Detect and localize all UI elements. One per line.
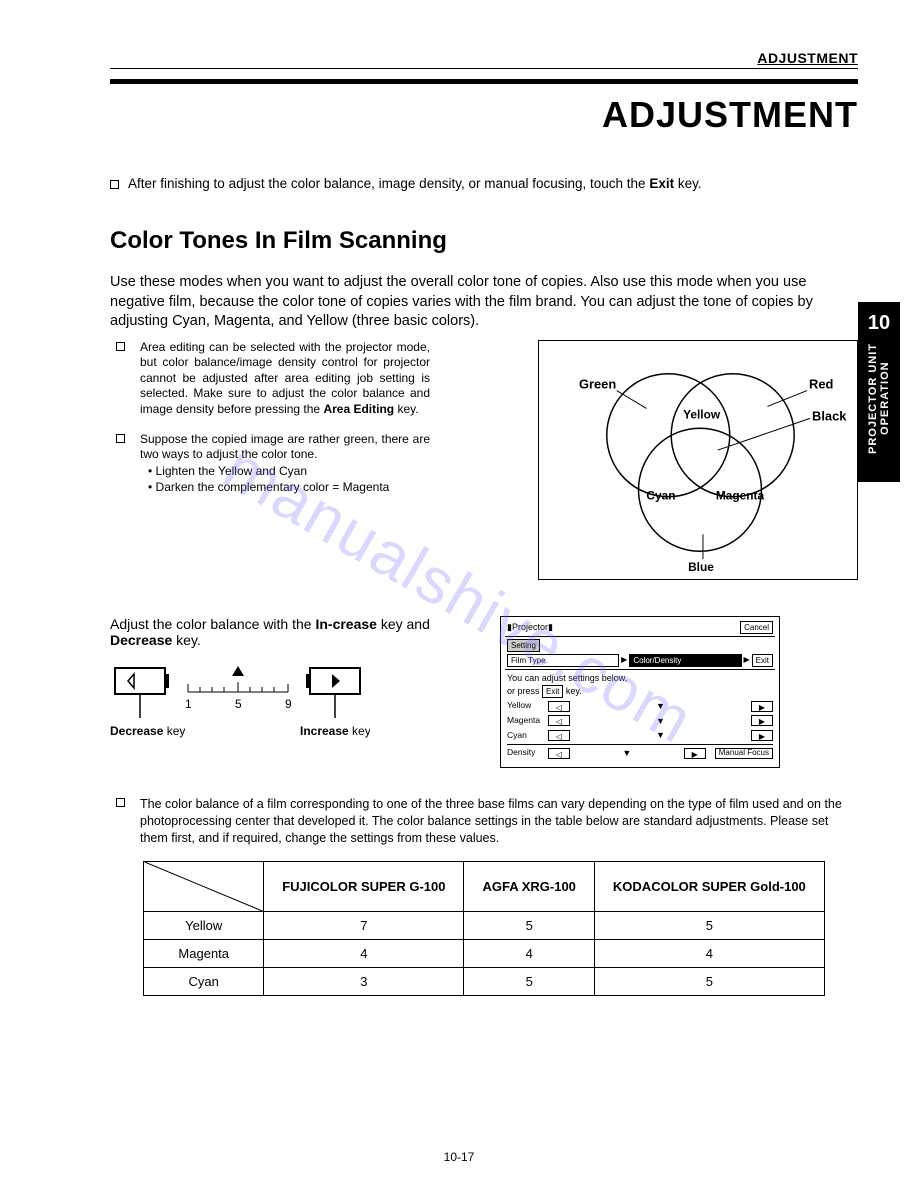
colordensity-button[interactable]: Color/Density [629, 654, 741, 667]
section-heading: Color Tones In Film Scanning [110, 227, 858, 255]
sub-bullet-1: Lighten the Yellow and Cyan [148, 463, 430, 479]
table-cell: 5 [464, 912, 594, 940]
side-tab-line1: PROJECTOR UNIT [867, 343, 879, 454]
lcd-title: Projector [512, 622, 548, 632]
page-title: ADJUSTMENT [110, 94, 858, 136]
square-bullet-icon [116, 434, 125, 443]
svg-text:1: 1 [185, 697, 192, 711]
note2-lead: Suppose the copied image are rather gree… [140, 432, 430, 462]
increase-button[interactable]: ▶ [751, 730, 773, 741]
table-cell: 5 [594, 968, 824, 996]
setting-tab[interactable]: Setting [507, 639, 540, 652]
increase-button[interactable]: ▶ [751, 701, 773, 712]
exit-button[interactable]: Exit [752, 654, 773, 667]
note1-bold: Area Editing [323, 402, 394, 416]
venn-blue: Blue [688, 560, 714, 574]
note-green-image: Suppose the copied image are rather gree… [140, 432, 430, 496]
decrease-button[interactable]: ◁ [548, 701, 570, 712]
table-row: Cyan 3 5 5 [144, 968, 825, 996]
venn-red: Red [809, 376, 833, 391]
intro-line: After finishing to adjust the color bala… [110, 176, 858, 191]
film-note: The color balance of a film correspondin… [140, 796, 858, 847]
table-cell: 4 [464, 940, 594, 968]
lcd-row-magenta: Magenta [507, 715, 545, 727]
lcd-row-cyan: Cyan [507, 730, 545, 742]
table-cell: 3 [264, 968, 464, 996]
table-cell: 4 [264, 940, 464, 968]
intro-paragraph: Use these modes when you want to adjust … [110, 273, 858, 332]
svg-text:Increase key: Increase key [300, 724, 370, 738]
sub-bullet-2: Darken the complementary color = Magenta [148, 479, 430, 495]
table-cell: 5 [464, 968, 594, 996]
table-cell: 7 [264, 912, 464, 940]
filmtype-button[interactable]: Film Type [507, 654, 619, 667]
lcd-help2b: key. [563, 686, 581, 696]
adjust-bold1: In-crease [315, 616, 376, 632]
lcd-row-yellow: Yellow [507, 700, 545, 712]
intro-suffix: key. [674, 176, 702, 191]
lcd-help2a: or press [507, 686, 542, 696]
decrease-button[interactable]: ◁ [548, 715, 570, 726]
key-diagram: 1 5 9 Decrease key Increase key [110, 660, 470, 760]
film-note-text: The color balance of a film correspondin… [140, 797, 842, 845]
table-cell: 4 [594, 940, 824, 968]
table-row: Magenta 4 4 4 [144, 940, 825, 968]
table-header: AGFA XRG-100 [464, 862, 594, 912]
arrow-right-icon: ▶ [744, 654, 750, 667]
row-label: Cyan [144, 968, 264, 996]
table-header: KODACOLOR SUPER Gold-100 [594, 862, 824, 912]
table-row: Yellow 7 5 5 [144, 912, 825, 940]
exit-inline-button[interactable]: Exit [542, 685, 563, 698]
intro-prefix: After finishing to adjust the color bala… [128, 176, 649, 191]
intro-bold: Exit [649, 176, 674, 191]
svg-text:9: 9 [285, 697, 292, 711]
increase-button[interactable]: ▶ [684, 748, 706, 759]
venn-magenta: Magenta [716, 488, 765, 502]
square-bullet-icon [116, 342, 125, 351]
venn-yellow: Yellow [683, 407, 721, 421]
venn-diagram: Green Red Black Yellow Cyan Magenta Blue [538, 340, 858, 580]
side-tab-number: 10 [868, 312, 890, 335]
cancel-button[interactable]: Cancel [740, 621, 773, 634]
adjust-text-b: key. [172, 632, 201, 648]
row-label: Yellow [144, 912, 264, 940]
rule [110, 79, 858, 84]
adjust-instruction: Adjust the color balance with the In-cre… [110, 616, 470, 648]
adjust-text-a: Adjust the color balance with the [110, 616, 315, 632]
svg-text:Decrease key: Decrease key [110, 724, 185, 738]
note-area-editing: Area editing can be selected with the pr… [140, 340, 430, 418]
lcd-help1: You can adjust settings below, [507, 672, 773, 685]
page-number: 10-17 [0, 1150, 918, 1164]
venn-cyan: Cyan [646, 488, 675, 502]
increase-button[interactable]: ▶ [751, 715, 773, 726]
decrease-button[interactable]: ◁ [548, 748, 570, 759]
lcd-row-density: Density [507, 747, 545, 759]
lcd-panel: ▮Projector▮ Cancel Setting Film Type ▶ C… [500, 616, 780, 769]
side-tab-line2: OPERATION [879, 362, 891, 436]
film-table: FUJICOLOR SUPER G-100 AGFA XRG-100 KODAC… [143, 861, 825, 996]
note1-text-b: key. [394, 402, 418, 416]
side-tab: 10 PROJECTOR UNIT OPERATION [858, 302, 900, 482]
running-header: ADJUSTMENT [110, 50, 858, 69]
svg-text:5: 5 [235, 697, 242, 711]
table-corner [144, 862, 264, 912]
row-label: Magenta [144, 940, 264, 968]
square-bullet-icon [116, 798, 125, 807]
table-header: FUJICOLOR SUPER G-100 [264, 862, 464, 912]
table-cell: 5 [594, 912, 824, 940]
decrease-button[interactable]: ◁ [548, 730, 570, 741]
venn-green: Green [579, 376, 616, 391]
arrow-right-icon: ▶ [621, 654, 627, 667]
manual-focus-button[interactable]: Manual Focus [715, 748, 773, 759]
venn-black: Black [812, 408, 847, 423]
square-bullet-icon [110, 180, 119, 189]
adjust-mid: key and [377, 616, 430, 632]
adjust-bold2: Decrease [110, 632, 172, 648]
